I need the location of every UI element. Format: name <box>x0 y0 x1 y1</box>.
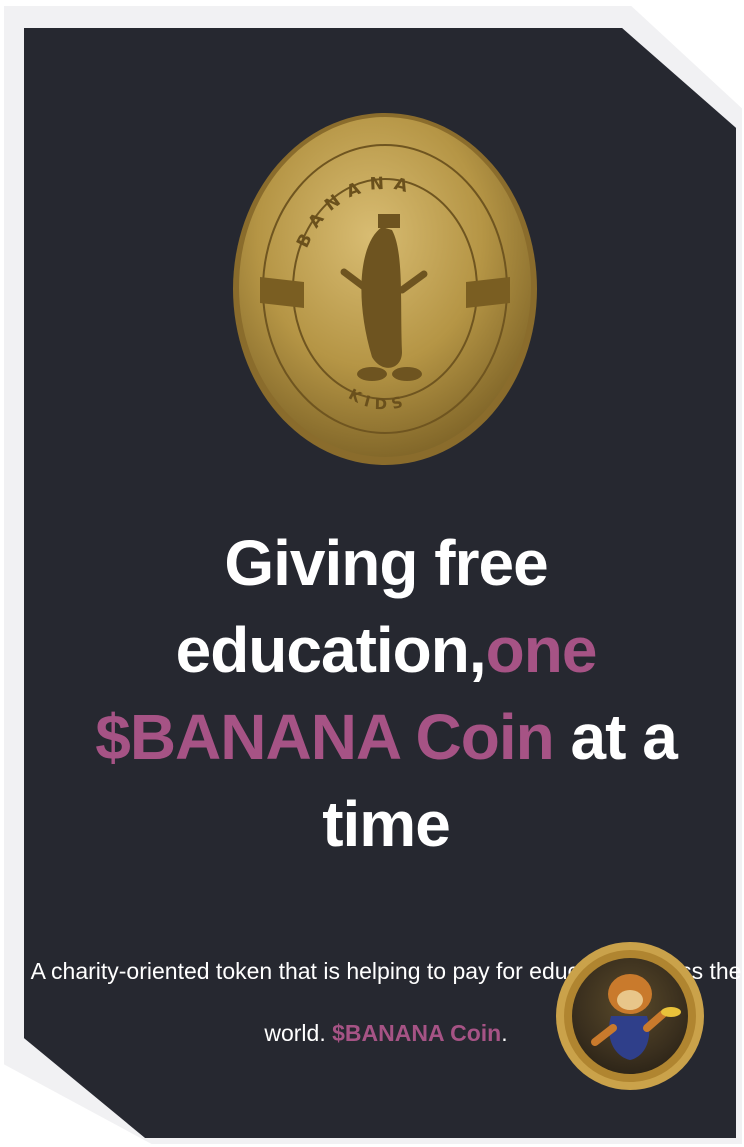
monkey-coin-badge <box>556 942 704 1090</box>
description-period: . <box>501 1020 508 1046</box>
token-name: $BANANA Coin <box>332 1020 502 1046</box>
hero-headline: Giving free education,one $BANANA Coin a… <box>28 520 744 868</box>
banana-kids-coin-logo: BANANA KIDS <box>233 113 537 465</box>
